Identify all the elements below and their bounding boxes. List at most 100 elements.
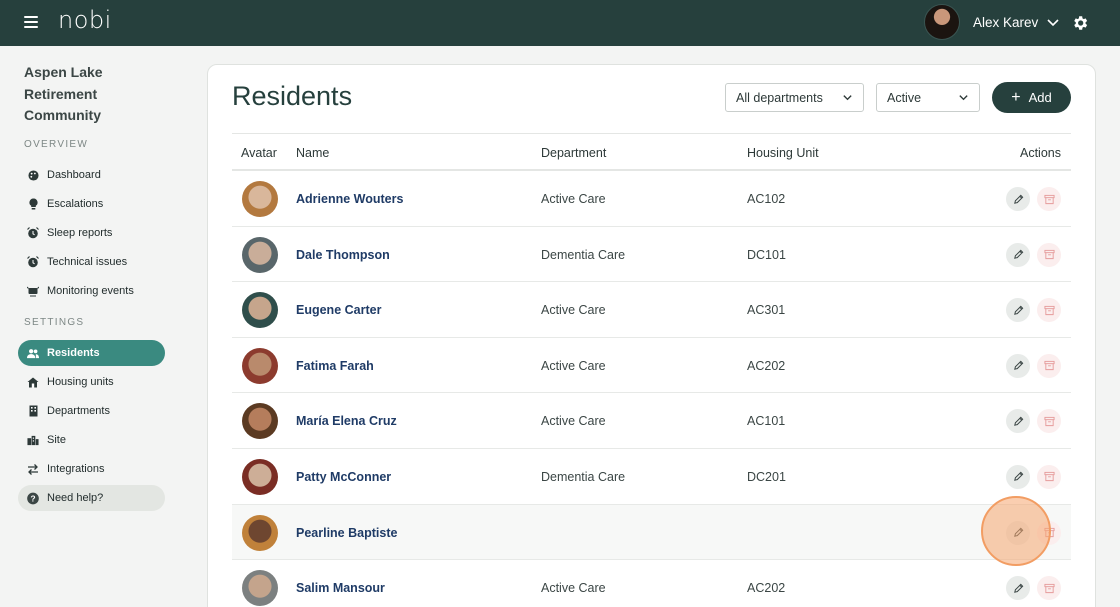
resident-name[interactable]: Dale Thompson xyxy=(296,248,390,262)
resident-housing-unit: DC201 xyxy=(747,469,786,484)
sidebar-item-integrations[interactable]: Integrations xyxy=(18,456,165,482)
org-line: Community xyxy=(24,107,101,123)
resident-housing-unit: AC202 xyxy=(747,358,786,373)
table-header: Avatar Name Department Housing Unit Acti… xyxy=(232,133,1071,171)
sidebar-item-housing-units[interactable]: Housing units xyxy=(18,369,165,395)
sidebar-item-label: Residents xyxy=(47,347,100,359)
residents-table: Avatar Name Department Housing Unit Acti… xyxy=(232,133,1071,607)
archive-button[interactable] xyxy=(1037,242,1061,267)
edit-button[interactable] xyxy=(1006,298,1030,323)
lightbulb-icon xyxy=(27,198,39,210)
resident-department: Active Care xyxy=(541,414,606,429)
sidebar-item-sleep-reports[interactable]: Sleep reports xyxy=(18,220,165,246)
resident-name[interactable]: María Elena Cruz xyxy=(296,414,397,428)
archive-button[interactable] xyxy=(1037,353,1061,378)
pencil-icon xyxy=(1013,527,1023,537)
archive-icon xyxy=(1043,527,1055,538)
sidebar-item-residents[interactable]: Residents xyxy=(18,340,165,366)
sidebar-item-monitoring-events[interactable]: Monitoring events xyxy=(18,278,165,304)
sidebar-item-technical-issues[interactable]: Technical issues xyxy=(18,249,165,275)
help-label: Need help? xyxy=(47,492,104,504)
users-icon xyxy=(27,347,39,359)
org-line: Retirement xyxy=(24,85,98,102)
resident-name[interactable]: Eugene Carter xyxy=(296,303,381,317)
table-row[interactable]: Pearline Baptiste xyxy=(232,504,1071,561)
app-logo[interactable]: nobi xyxy=(58,6,112,34)
table-row[interactable]: Adrienne Wouters Active Care AC102 xyxy=(232,171,1071,227)
archive-button[interactable] xyxy=(1037,464,1061,489)
edit-button[interactable] xyxy=(1006,409,1030,434)
sidebar-item-dashboard[interactable]: Dashboard xyxy=(18,162,165,188)
avatar xyxy=(242,236,278,273)
house-icon xyxy=(27,376,39,388)
monitor-icon xyxy=(27,285,39,297)
sidebar-item-label: Sleep reports xyxy=(47,227,113,239)
user-menu[interactable]: Alex Karev xyxy=(924,4,1060,40)
department-filter[interactable]: All departments xyxy=(725,83,864,112)
archive-button[interactable] xyxy=(1037,576,1061,601)
archive-icon xyxy=(1043,361,1055,371)
archive-button[interactable] xyxy=(1037,409,1061,434)
svg-text:?: ? xyxy=(30,493,35,503)
column-name[interactable]: Name xyxy=(296,146,329,160)
edit-button[interactable] xyxy=(1006,242,1030,267)
column-housing-unit[interactable]: Housing Unit xyxy=(747,146,819,160)
sidebar-item-escalations[interactable]: Escalations xyxy=(18,191,165,217)
page-title: Residents xyxy=(232,81,353,111)
status-filter[interactable]: Active xyxy=(876,83,980,112)
archive-button[interactable] xyxy=(1037,187,1061,211)
resident-housing-unit: AC301 xyxy=(747,303,786,318)
resident-name[interactable]: Patty McConner xyxy=(296,470,391,484)
archive-icon xyxy=(1043,416,1055,426)
pencil-icon xyxy=(1013,305,1023,315)
edit-button[interactable] xyxy=(1006,520,1030,545)
user-name: Alex Karev xyxy=(973,14,1039,30)
table-row[interactable]: María Elena Cruz Active Care AC101 xyxy=(232,393,1071,449)
resident-name[interactable]: Salim Mansour xyxy=(296,581,385,595)
chevron-down-icon xyxy=(959,95,968,101)
section-overview: OVERVIEW xyxy=(24,139,89,150)
avatar xyxy=(242,347,278,384)
avatar xyxy=(242,181,278,217)
resident-housing-unit: AC102 xyxy=(747,192,786,206)
edit-button[interactable] xyxy=(1006,464,1030,489)
archive-icon xyxy=(1043,194,1055,204)
column-department[interactable]: Department xyxy=(541,146,606,160)
status-filter-value: Active xyxy=(887,90,922,105)
menu-icon[interactable] xyxy=(24,16,38,28)
archive-button[interactable] xyxy=(1037,298,1061,323)
resident-name[interactable]: Adrienne Wouters xyxy=(296,192,403,206)
sidebar-item-site[interactable]: Site xyxy=(18,427,165,453)
edit-button[interactable] xyxy=(1006,187,1030,211)
avatar xyxy=(242,292,278,329)
organization-name: Aspen Lake Retirement Community xyxy=(24,62,103,127)
help-button[interactable]: ? Need help? xyxy=(18,485,165,511)
archive-icon xyxy=(1043,305,1055,315)
resident-name[interactable]: Fatima Farah xyxy=(296,359,374,373)
table-row[interactable]: Patty McConner Dementia Care DC201 xyxy=(232,449,1071,505)
column-actions: Actions xyxy=(1020,146,1061,160)
edit-button[interactable] xyxy=(1006,353,1030,378)
archive-button[interactable] xyxy=(1037,520,1061,545)
pencil-icon xyxy=(1013,194,1023,204)
gear-icon[interactable] xyxy=(1071,14,1089,32)
add-resident-button[interactable]: + Add xyxy=(992,82,1071,113)
table-row[interactable]: Salim Mansour Active Care AC202 xyxy=(232,560,1071,607)
avatar xyxy=(242,514,278,551)
resident-housing-unit: DC101 xyxy=(747,247,786,262)
pencil-icon xyxy=(1013,249,1023,259)
table-row[interactable]: Dale Thompson Dementia Care DC101 xyxy=(232,227,1071,283)
resident-department: Active Care xyxy=(541,192,606,206)
department-filter-value: All departments xyxy=(736,90,823,105)
resident-department: Dementia Care xyxy=(541,247,626,262)
sidebar-item-label: Monitoring events xyxy=(47,285,134,297)
section-settings: SETTINGS xyxy=(24,317,85,328)
sidebar-item-label: Housing units xyxy=(47,376,114,388)
resident-name[interactable]: Pearline Baptiste xyxy=(296,526,397,540)
table-row[interactable]: Eugene Carter Active Care AC301 xyxy=(232,282,1071,338)
archive-icon xyxy=(1043,250,1055,260)
table-row[interactable]: Fatima Farah Active Care AC202 xyxy=(232,338,1071,394)
sidebar-item-departments[interactable]: Departments xyxy=(18,398,165,424)
chevron-down-icon xyxy=(843,95,852,101)
edit-button[interactable] xyxy=(1006,576,1030,601)
